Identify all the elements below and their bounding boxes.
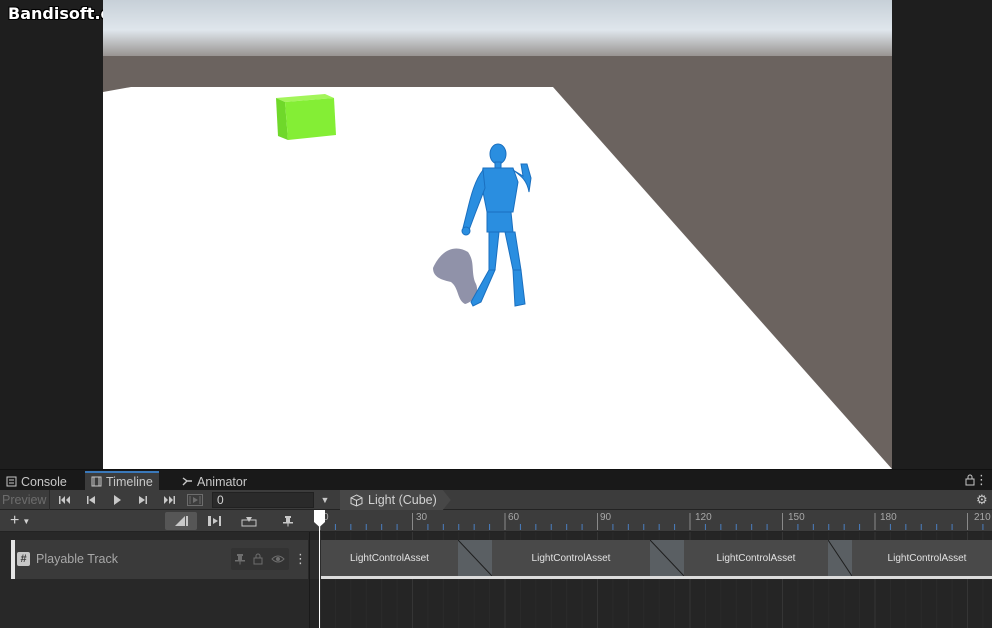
play-button[interactable]	[104, 490, 130, 510]
hash-icon: #	[17, 552, 30, 566]
tab-animator[interactable]: Animator	[176, 472, 253, 491]
blend-region[interactable]	[457, 539, 493, 579]
chevron-down-icon: ▼	[22, 516, 31, 526]
blend-region[interactable]	[827, 539, 853, 579]
ruler-label: 90	[600, 512, 612, 523]
playhead-handle[interactable]	[314, 510, 325, 527]
previous-frame-icon	[87, 496, 95, 504]
go-to-end-button[interactable]	[156, 490, 182, 510]
skip-to-end-icon	[164, 496, 175, 504]
track-toolbar: + ▼	[0, 510, 310, 532]
light-control-clip[interactable]: LightControlAsset	[852, 540, 992, 579]
more-options-icon[interactable]: ⋮	[975, 472, 988, 488]
next-frame-icon	[139, 496, 147, 504]
track-name: Playable Track	[36, 552, 118, 566]
skip-to-start-icon	[59, 496, 70, 504]
scene-render	[103, 0, 892, 469]
timeline-panel: Console Timeline Animator ⋮ Preview 0 ▼ …	[0, 469, 992, 628]
eye-icon[interactable]	[271, 554, 285, 564]
plus-icon: +	[10, 512, 20, 529]
breadcrumb-label: Light (Cube)	[368, 493, 437, 507]
play-range-button[interactable]	[182, 490, 208, 510]
preview-button[interactable]: Preview	[0, 490, 50, 510]
animator-icon	[182, 477, 192, 486]
blend-curve	[649, 539, 685, 577]
ruler-label: 30	[416, 512, 428, 523]
green-cube	[276, 94, 336, 140]
ruler-label: 150	[788, 512, 805, 523]
cube-icon	[350, 494, 363, 507]
more-options-icon[interactable]: ⋮	[294, 551, 307, 567]
tab-label: Animator	[197, 474, 248, 489]
ruler-label: 60	[508, 512, 520, 523]
light-control-clip[interactable]: LightControlAsset	[321, 540, 458, 579]
ruler-label: 120	[695, 512, 712, 523]
play-icon	[114, 495, 121, 505]
clip-edit-mode-ripple-button[interactable]	[199, 512, 231, 530]
tab-label: Timeline	[106, 474, 153, 489]
replace-mode-icon	[241, 517, 257, 527]
scene-illustration	[103, 0, 892, 469]
current-frame-field[interactable]: 0	[212, 492, 314, 508]
chevron-down-icon[interactable]: ▼	[318, 493, 332, 507]
game-view: Bandisoft.com	[0, 0, 992, 469]
clip-edit-mode-mix-button[interactable]	[165, 512, 197, 530]
add-track-button[interactable]: + ▼	[10, 512, 46, 530]
clips-area: LightControlAsset LightControlAsset Ligh…	[310, 532, 992, 628]
timeline-toolbar: Preview 0 ▼ Light (Cube) ⚙	[0, 490, 992, 510]
ruler-label: 210	[974, 512, 991, 523]
light-control-clip[interactable]: LightControlAsset	[684, 540, 828, 579]
track-list: # Playable Track ⋮	[0, 532, 310, 628]
lock-icon[interactable]	[253, 553, 263, 565]
blend-curve	[457, 539, 493, 577]
tab-timeline[interactable]: Timeline	[85, 471, 159, 490]
tab-console[interactable]: Console	[0, 472, 73, 491]
clip-row: LightControlAsset LightControlAsset Ligh…	[310, 539, 992, 579]
tab-label: Console	[21, 474, 67, 489]
go-to-start-button[interactable]	[52, 490, 78, 510]
snap-toggle-button[interactable]	[272, 512, 304, 530]
light-control-clip[interactable]: LightControlAsset	[492, 540, 650, 579]
sky	[103, 0, 892, 60]
track-header[interactable]: # Playable Track ⋮	[11, 540, 308, 579]
breadcrumb[interactable]: Light (Cube)	[340, 490, 451, 510]
previous-frame-button[interactable]	[78, 490, 104, 510]
blend-curve	[827, 539, 853, 577]
ruler-label: 180	[880, 512, 897, 523]
pin-icon[interactable]	[235, 553, 245, 565]
clip-edit-mode-replace-button[interactable]	[233, 512, 265, 530]
tab-bar: Console Timeline Animator ⋮	[0, 469, 992, 490]
mix-mode-icon	[175, 516, 188, 526]
gear-icon[interactable]: ⚙	[976, 493, 990, 507]
ripple-mode-icon	[208, 516, 221, 526]
next-frame-button[interactable]	[130, 490, 156, 510]
track-controls	[231, 548, 289, 570]
console-icon	[6, 476, 17, 487]
time-ruler[interactable]: 0 30 60 90 120 150 180 210	[310, 510, 992, 532]
blend-region[interactable]	[649, 539, 685, 579]
pin-icon	[283, 516, 293, 527]
film-icon	[91, 476, 102, 487]
play-range-icon	[187, 494, 203, 506]
playhead-line	[319, 510, 320, 628]
track-color-bar	[11, 540, 15, 579]
